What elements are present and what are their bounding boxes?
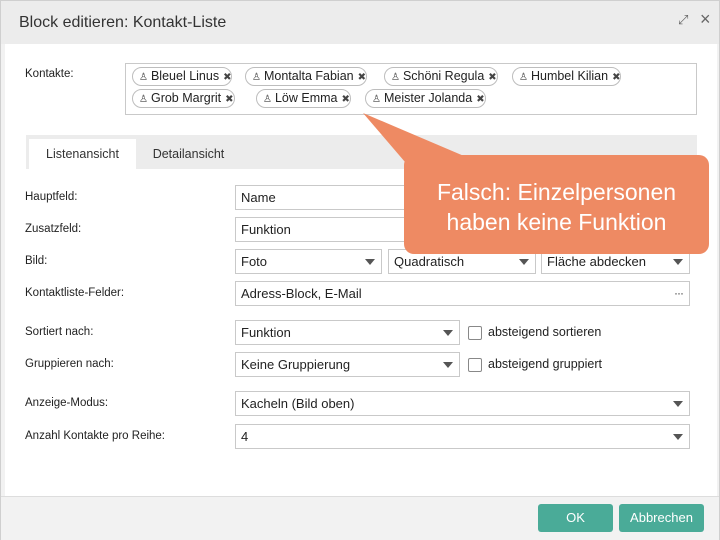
cancel-button[interactable]: Abbrechen: [619, 504, 704, 532]
person-icon: ♙: [372, 94, 381, 105]
contact-chip-label: Löw Emma: [274, 91, 338, 105]
remove-icon[interactable]: ✖: [225, 91, 233, 108]
contact-chip-label: Meister Jolanda: [383, 91, 473, 105]
contact-chip[interactable]: ♙ Bleuel Linus ✖: [132, 67, 233, 86]
more-icon[interactable]: ···: [674, 282, 684, 305]
callout-line-2: haben keine Funktion: [446, 209, 667, 235]
gruppieren-select[interactable]: Keine Gruppierung: [235, 352, 460, 377]
person-icon: ♙: [519, 72, 528, 83]
sortiert-label: Sortiert nach:: [25, 326, 94, 338]
kontaktliste-felder-label: Kontaktliste-Felder:: [25, 287, 125, 299]
gruppieren-label: Gruppieren nach:: [25, 358, 114, 370]
hauptfeld-label: Hauptfeld:: [25, 191, 78, 203]
gruppieren-desc-label: absteigend gruppiert: [488, 357, 602, 371]
remove-icon[interactable]: ✖: [358, 69, 366, 86]
chevron-down-icon: [673, 434, 683, 440]
anzahl-kontakte-select[interactable]: 4: [235, 424, 690, 449]
contact-chip-label: Bleuel Linus: [150, 69, 220, 83]
chevron-down-icon: [673, 401, 683, 407]
contact-chip-label: Montalta Fabian: [263, 69, 354, 83]
zusatzfeld-select[interactable]: Funktion: [235, 217, 415, 242]
bild-mode-value: Fläche abdecken: [547, 254, 647, 269]
chevron-down-icon: [519, 259, 529, 265]
callout-line-1: Falsch: Einzelpersonen: [436, 179, 677, 205]
contacts-label: Kontakte:: [25, 68, 74, 80]
bild-format-value: Quadratisch: [394, 254, 465, 269]
contact-chip[interactable]: ♙ Humbel Kilian ✖: [512, 67, 622, 86]
chevron-down-icon: [443, 330, 453, 336]
dialog-title: Block editieren: Kontakt-Liste: [19, 14, 227, 31]
remove-icon[interactable]: ✖: [488, 69, 496, 86]
remove-icon[interactable]: ✖: [476, 91, 484, 108]
person-icon: ♙: [263, 94, 272, 105]
error-callout: Falsch: Einzelpersonen haben keine Funkt…: [404, 155, 709, 254]
remove-icon[interactable]: ✖: [612, 69, 620, 86]
kontaktliste-felder-value: Adress-Block, E-Mail: [241, 286, 362, 301]
contact-chip-label: Schöni Regula: [402, 69, 485, 83]
sortiert-select[interactable]: Funktion: [235, 320, 460, 345]
sortiert-desc-checkbox[interactable]: [468, 326, 482, 340]
bild-source-select[interactable]: Foto: [235, 249, 382, 274]
anzahl-kontakte-label: Anzahl Kontakte pro Reihe:: [25, 430, 166, 442]
hauptfeld-value: Name: [241, 190, 276, 205]
sortiert-value: Funktion: [241, 325, 291, 340]
ok-button[interactable]: OK: [538, 504, 613, 532]
remove-icon[interactable]: ✖: [223, 69, 231, 86]
close-icon[interactable]: ×: [700, 10, 714, 28]
bild-label: Bild:: [25, 255, 48, 267]
contact-chip-label: Grob Margrit: [150, 91, 222, 105]
anzahl-kontakte-value: 4: [241, 429, 249, 444]
contact-chip[interactable]: ♙ Meister Jolanda ✖: [365, 89, 486, 108]
hauptfeld-select[interactable]: Name: [235, 185, 415, 210]
contacts-tag-input[interactable]: ♙ Bleuel Linus ✖ ♙ Montalta Fabian ✖ ♙ Schöni…: [125, 63, 697, 115]
zusatzfeld-value: Funktion: [241, 222, 291, 237]
contact-chip[interactable]: ♙ Schöni Regula ✖: [384, 67, 498, 86]
anzeige-modus-value: Kacheln (Bild oben): [241, 396, 355, 411]
zusatzfeld-label: Zusatzfeld:: [25, 223, 82, 235]
chevron-down-icon: [673, 259, 683, 265]
expand-icon[interactable]: ⤢: [678, 13, 692, 27]
edit-block-dialog: Block editieren: Kontakt-Liste ⤢ × Konta…: [0, 0, 720, 540]
contact-chip-label: Humbel Kilian: [530, 69, 609, 83]
person-icon: ♙: [139, 72, 148, 83]
gruppieren-desc-checkbox[interactable]: [468, 358, 482, 372]
chevron-down-icon: [443, 362, 453, 368]
tab-list-view[interactable]: Listenansicht: [29, 139, 136, 169]
sortiert-desc-label: absteigend sortieren: [488, 325, 602, 339]
contact-chip[interactable]: ♙ Montalta Fabian ✖: [245, 67, 367, 86]
anzeige-modus-label: Anzeige-Modus:: [25, 397, 109, 409]
contact-chip[interactable]: ♙ Grob Margrit ✖: [132, 89, 235, 108]
person-icon: ♙: [391, 72, 400, 83]
bild-source-value: Foto: [241, 254, 268, 269]
chevron-down-icon: [365, 259, 375, 265]
kontaktliste-felder-input[interactable]: Adress-Block, E-Mail ···: [235, 281, 690, 306]
gruppieren-value: Keine Gruppierung: [241, 357, 351, 372]
dialog-titlebar: Block editieren: Kontakt-Liste ⤢ ×: [1, 1, 719, 44]
person-icon: ♙: [252, 72, 261, 83]
contact-chip[interactable]: ♙ Löw Emma ✖: [256, 89, 351, 108]
remove-icon[interactable]: ✖: [342, 91, 350, 108]
tab-detail-view[interactable]: Detailansicht: [141, 139, 236, 169]
anzeige-modus-select[interactable]: Kacheln (Bild oben): [235, 391, 690, 416]
person-icon: ♙: [139, 94, 148, 105]
